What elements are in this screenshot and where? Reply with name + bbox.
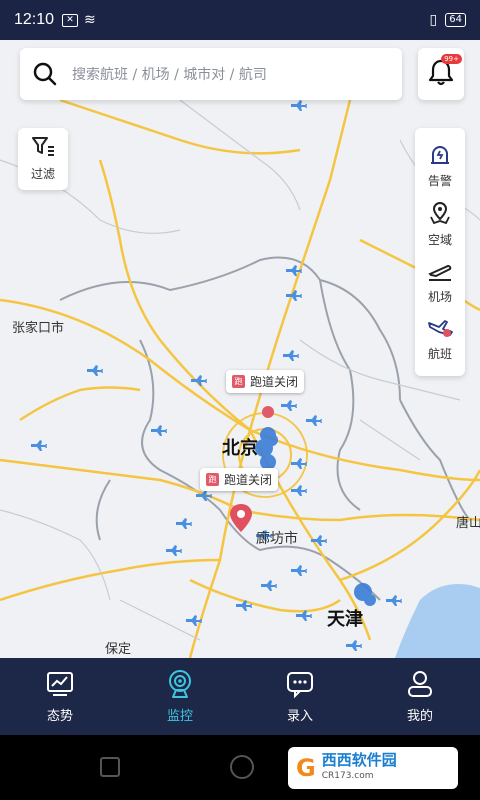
layer-airspace-button[interactable]: 空域 <box>428 201 452 248</box>
airport-icon <box>427 260 453 285</box>
notification-badge: 99+ <box>441 54 462 64</box>
monitor-icon <box>165 669 195 699</box>
layer-panel: 告警 空域 机场 航班 <box>415 128 465 376</box>
layer-flight-label: 航班 <box>427 347 452 361</box>
nav-label: 态势 <box>46 709 73 724</box>
filter-label: 过滤 <box>30 167 55 181</box>
layer-flight-button[interactable]: 航班 <box>427 317 453 362</box>
nav-item-mine[interactable]: 我的 <box>380 669 460 724</box>
site-watermark: G 西西软件园 CR173.com <box>288 747 458 789</box>
closure-label: 跑道关闭 <box>224 473 273 487</box>
layer-airport-label: 机场 <box>427 290 452 304</box>
battery-indicator: 64 <box>445 13 466 27</box>
nav-label: 监控 <box>166 709 193 724</box>
layer-alert-button[interactable]: 告警 <box>428 142 452 189</box>
search-icon <box>32 61 58 87</box>
search-input[interactable]: 搜索航班 / 机场 / 城市对 / 航司 <box>72 64 267 84</box>
wifi-icon: ≋ <box>84 12 96 28</box>
vibrate-icon: ▯ <box>429 12 438 28</box>
flight-map[interactable]: 张家口市 北京 廊坊市 天津 保定 唐山 跑 跑道关闭 跑 跑道关闭 <box>0 40 480 658</box>
site-name: 西西软件园 <box>321 751 397 769</box>
city-label-baoding: 保定 <box>105 642 132 657</box>
flight-icon <box>427 317 453 342</box>
layer-airspace-label: 空域 <box>427 233 452 247</box>
chart-icon <box>45 669 75 699</box>
nav-label: 我的 <box>406 709 433 724</box>
notification-button[interactable]: 99+ <box>418 48 464 100</box>
status-bar: 12:10 ✕ ≋ ▯ 64 <box>0 0 480 40</box>
filter-icon <box>31 136 55 161</box>
status-time: 12:10 <box>14 11 55 28</box>
closure-label: 跑道关闭 <box>250 375 299 389</box>
search-bar[interactable]: 搜索航班 / 机场 / 城市对 / 航司 <box>20 48 402 100</box>
nav-item-situation[interactable]: 态势 <box>20 669 100 724</box>
layer-alert-label: 告警 <box>427 174 452 188</box>
message-icon <box>285 669 315 699</box>
recents-button[interactable] <box>100 757 120 777</box>
filter-button[interactable]: 过滤 <box>18 128 68 190</box>
layer-airport-button[interactable]: 机场 <box>427 260 453 305</box>
runway-closure-tag[interactable]: 跑 跑道关闭 <box>200 468 279 491</box>
city-label-zhangjiakou: 张家口市 <box>12 321 65 336</box>
map-canvas <box>0 98 480 658</box>
city-label-langfang: 廊坊市 <box>256 531 298 547</box>
user-icon <box>405 669 435 699</box>
nav-item-entry[interactable]: 录入 <box>260 669 340 724</box>
nav-label: 录入 <box>286 709 313 724</box>
city-label-tangshan: 唐山 <box>456 516 480 531</box>
runway-closure-tag[interactable]: 跑 跑道关闭 <box>226 370 305 393</box>
site-watermark-text: 西西软件园 CR173.com <box>322 752 397 784</box>
nav-item-monitor[interactable]: 监控 <box>140 669 220 724</box>
city-label-tianjin: 天津 <box>327 609 363 630</box>
runway-badge-icon: 跑 <box>206 473 219 486</box>
home-button[interactable] <box>230 755 254 779</box>
city-label-beijing: 北京 <box>222 438 258 459</box>
runway-badge-icon: 跑 <box>232 375 245 388</box>
bottom-nav: 态势 监控 录入 我的 <box>0 658 480 735</box>
site-logo-icon: G <box>296 754 316 782</box>
notification-icon: ✕ <box>62 13 79 27</box>
site-url: CR173.com <box>321 771 374 781</box>
airspace-icon <box>428 201 452 228</box>
alert-icon <box>428 142 452 169</box>
